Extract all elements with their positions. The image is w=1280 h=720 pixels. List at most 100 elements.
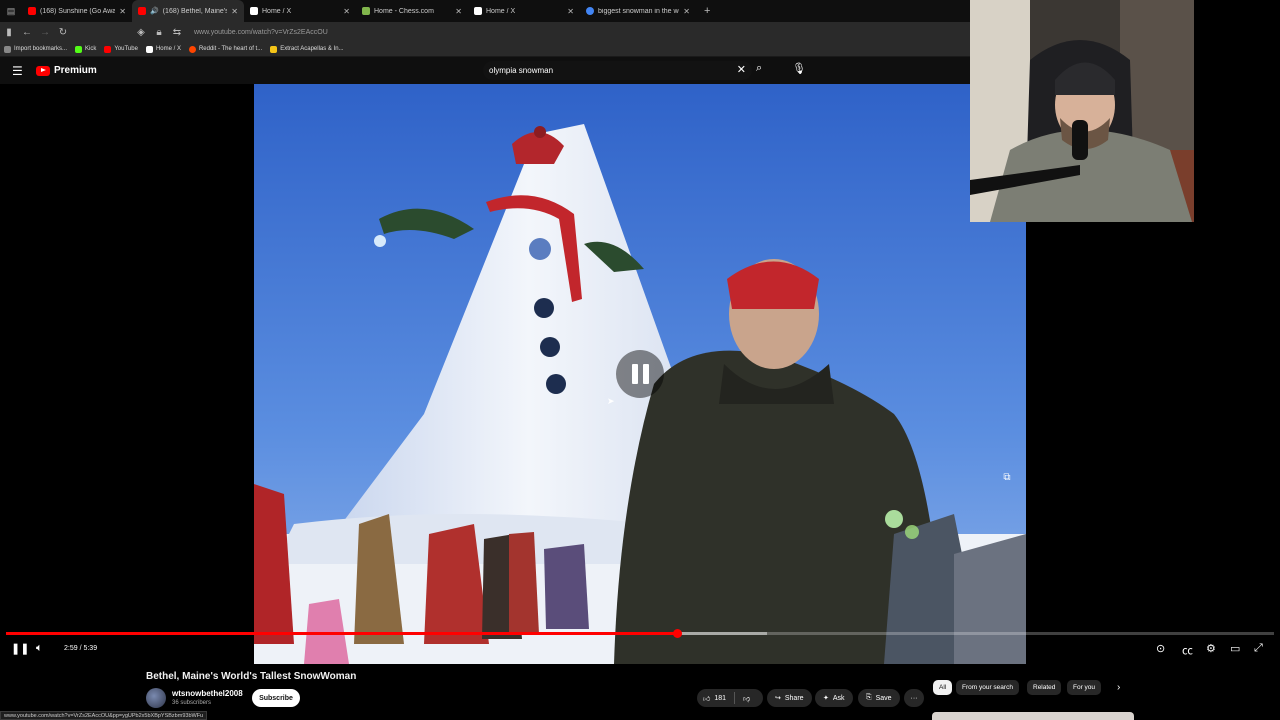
video-progress-bar[interactable] xyxy=(6,629,1274,638)
time-display: 2:59 / 5:39 xyxy=(64,645,98,652)
close-tab-icon[interactable]: ✕ xyxy=(567,7,574,16)
clear-search-icon[interactable]: ✕ xyxy=(737,63,746,76)
reload-icon[interactable]: ↻ xyxy=(54,27,72,38)
captions-icon[interactable]: ㏄ xyxy=(1182,642,1193,658)
youtube-header: ☰ Premium olympia snowman ✕ ⌕ 🎙︎ xyxy=(0,57,970,84)
pause-overlay-icon[interactable] xyxy=(616,350,664,398)
browser-tab[interactable]: Home - Chess.com ✕ xyxy=(356,0,468,22)
search-query-text: olympia snowman xyxy=(489,66,554,75)
ask-button[interactable]: ✦ Ask xyxy=(815,689,853,707)
status-bar-url: www.youtube.com/watch?v=VrZs2EAccOU&pp=y… xyxy=(0,711,208,720)
chip-for-you[interactable]: For you xyxy=(1067,680,1102,695)
channel-name[interactable]: wtsnowbethel2008 xyxy=(172,689,243,698)
folder-icon xyxy=(270,45,278,53)
youtube-premium-logo[interactable]: Premium xyxy=(36,65,97,76)
channel-avatar[interactable] xyxy=(146,688,166,708)
chess-favicon-icon xyxy=(362,7,370,15)
back-arrow-icon[interactable]: ← xyxy=(18,27,36,38)
browser-nav-bar: ▮ ← → ↻ ◈ 🔒︎ ⇆ www.youtube.com/watch?v=V… xyxy=(0,22,970,42)
forward-arrow-icon[interactable]: → xyxy=(36,27,54,38)
youtube-icon xyxy=(104,45,112,53)
youtube-play-logo-icon xyxy=(36,65,50,76)
chevron-right-icon[interactable]: › xyxy=(1117,682,1120,693)
subscribe-button[interactable]: Subscribe xyxy=(252,689,300,707)
kick-icon xyxy=(75,45,83,53)
browser-tab-bar: ▤ (168) Sunshine (Go Away Today ✕ 🔊 (168… xyxy=(0,0,970,22)
bookmark-item[interactable]: Import bookmarks... xyxy=(4,45,67,53)
search-icon[interactable]: ⌕ xyxy=(756,62,762,75)
shield-icon[interactable]: ◈ xyxy=(132,27,150,38)
new-tab-button[interactable]: + xyxy=(696,5,710,17)
browser-tab[interactable]: Home / X ✕ xyxy=(244,0,356,22)
browser-tab-active[interactable]: 🔊 (168) Bethel, Maine's World ✕ xyxy=(132,0,244,22)
pause-icon[interactable]: ❚❚ xyxy=(11,642,29,655)
close-tab-icon[interactable]: ✕ xyxy=(231,7,238,16)
close-tab-icon[interactable]: ✕ xyxy=(119,7,126,16)
youtube-favicon-icon xyxy=(138,7,146,15)
sparkle-icon: ✦ xyxy=(823,695,829,702)
import-icon xyxy=(4,45,11,53)
bookmark-label: YouTube xyxy=(114,46,138,52)
volume-icon[interactable]: 🔈︎ xyxy=(36,642,43,655)
bookmarks-bar: Import bookmarks... Kick YouTube Home / … xyxy=(0,42,970,57)
share-icon: ↪ xyxy=(775,695,781,702)
bookmark-item[interactable]: YouTube xyxy=(104,45,138,53)
bookmark-icon: ⎘ xyxy=(866,694,872,701)
browser-tab[interactable]: biggest snowman in the world ✕ xyxy=(580,0,696,22)
like-dislike-group: 👍︎ 181 👎︎ xyxy=(697,689,763,707)
close-tab-icon[interactable]: ✕ xyxy=(343,7,350,16)
speaker-icon: 🔊 xyxy=(150,8,159,15)
bookmark-label: Kick xyxy=(85,46,97,52)
bookmark-item[interactable]: Home / X xyxy=(145,45,181,53)
tab-list-icon[interactable]: ▤ xyxy=(0,0,22,22)
fullscreen-icon[interactable]: ⤢ xyxy=(1254,642,1263,655)
hamburger-menu-icon[interactable]: ☰ xyxy=(12,64,23,78)
tab-title: Home / X xyxy=(262,7,292,15)
close-tab-icon[interactable]: ✕ xyxy=(455,7,462,16)
divider xyxy=(734,692,736,704)
chip-from-your-search[interactable]: From your search xyxy=(956,680,1019,695)
bookmark-item[interactable]: Extract Acapellas & In... xyxy=(270,45,344,53)
progress-scrubber-handle[interactable] xyxy=(672,629,682,638)
thumbs-down-icon[interactable]: 👎︎ xyxy=(743,694,750,703)
theater-mode-icon[interactable]: ▭ xyxy=(1230,642,1240,655)
miniplayer-icon[interactable]: ⧉ xyxy=(998,472,1016,488)
autoplay-toggle-icon[interactable]: ⊙ xyxy=(1156,642,1165,655)
save-button[interactable]: ⎘ Save xyxy=(858,689,900,707)
close-tab-icon[interactable]: ✕ xyxy=(683,7,690,16)
site-settings-icon[interactable]: ⇆ xyxy=(168,27,186,38)
share-label: Share xyxy=(784,694,804,702)
more-dots-icon: ··· xyxy=(910,694,918,702)
microphone-icon[interactable]: 🎙︎ xyxy=(792,62,806,75)
share-button[interactable]: ↪ Share xyxy=(767,689,812,707)
thumbs-up-icon: 👍︎ xyxy=(703,695,711,703)
tab-title: biggest snowman in the world xyxy=(598,7,679,15)
lock-icon[interactable]: 🔒︎ xyxy=(150,27,168,38)
more-actions-button[interactable]: ··· xyxy=(904,689,924,707)
save-label: Save xyxy=(875,694,892,702)
x-favicon-icon xyxy=(474,7,482,15)
related-video-thumbnail[interactable] xyxy=(932,712,1134,720)
progress-played xyxy=(6,632,677,635)
x-favicon-icon xyxy=(250,7,258,15)
subscriber-count: 36 subscribers xyxy=(172,700,212,706)
chip-all[interactable]: All xyxy=(933,680,953,695)
google-favicon-icon xyxy=(586,7,594,15)
tab-title: (168) Bethel, Maine's World xyxy=(162,7,228,15)
webcam-illustration xyxy=(970,0,1194,222)
bookmark-item[interactable]: Kick xyxy=(75,45,97,53)
mouse-cursor-icon: ➤ xyxy=(607,396,615,406)
sidebar-toggle-icon[interactable]: ▮ xyxy=(0,27,18,38)
streamer-webcam-overlay xyxy=(970,0,1194,222)
like-button[interactable]: 👍︎ 181 xyxy=(703,694,726,703)
address-bar[interactable]: www.youtube.com/watch?v=VrZs2EAccOU xyxy=(194,29,328,36)
settings-gear-icon[interactable]: ⚙ xyxy=(1206,642,1216,655)
browser-tab[interactable]: Home / X ✕ xyxy=(468,0,580,22)
bookmark-label: Extract Acapellas & In... xyxy=(280,46,344,52)
chip-related[interactable]: Related xyxy=(1027,680,1062,695)
bookmark-label: Home / X xyxy=(155,46,181,52)
bookmark-item[interactable]: Reddit - The heart of t... xyxy=(188,45,262,53)
search-input[interactable]: olympia snowman ✕ xyxy=(483,61,752,80)
browser-tab[interactable]: (168) Sunshine (Go Away Today ✕ xyxy=(22,0,132,22)
tab-title: (168) Sunshine (Go Away Today xyxy=(40,7,116,15)
